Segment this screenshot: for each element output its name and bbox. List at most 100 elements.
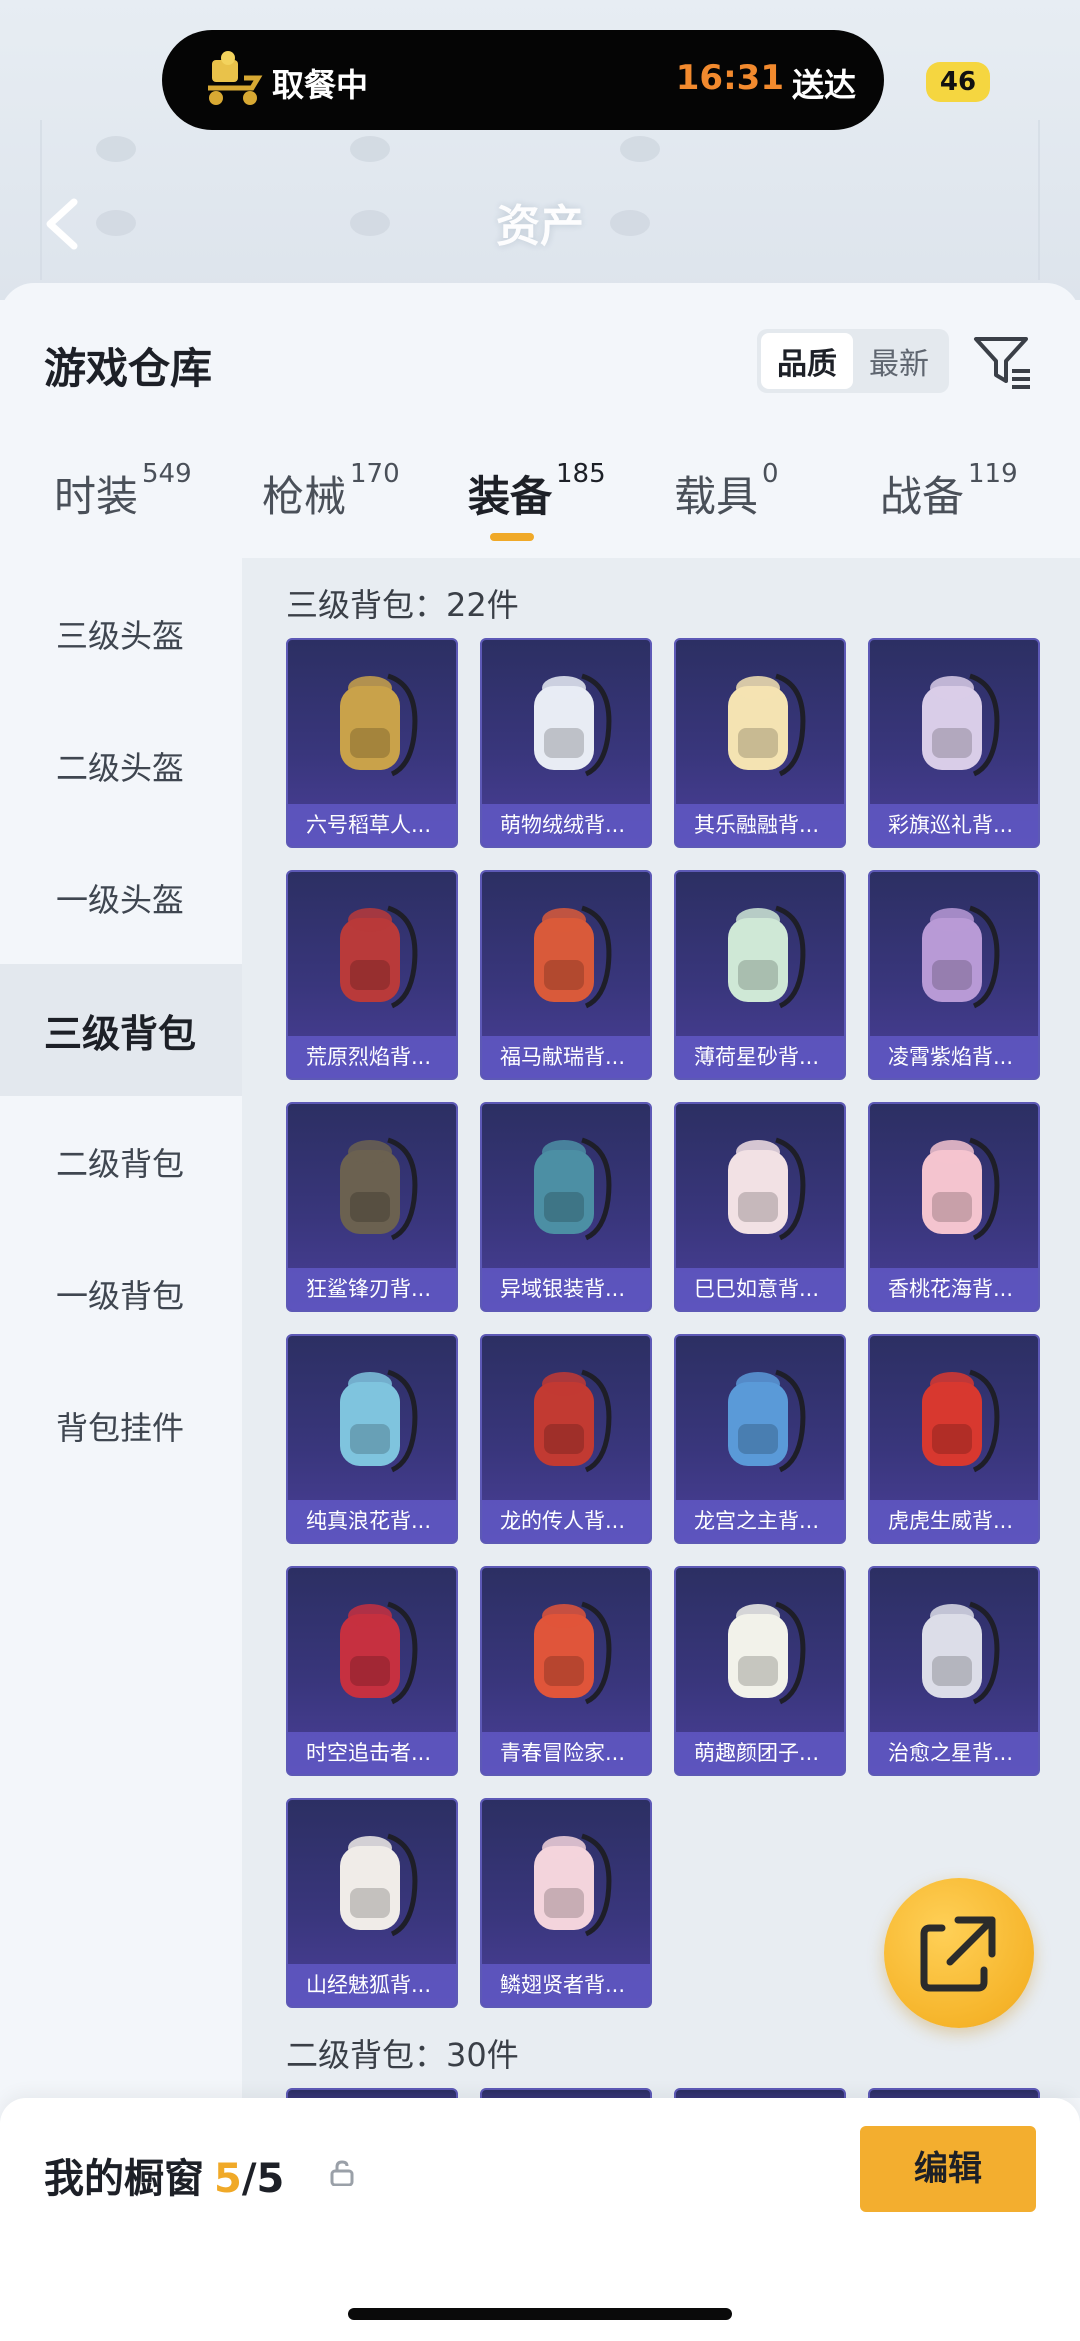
sidebar-item-backpack-charm[interactable]: 背包挂件: [0, 1360, 242, 1492]
item-name: 彩旗巡礼背...: [870, 804, 1038, 846]
backpack-item-card[interactable]: 薄荷星砂背...: [674, 870, 846, 1080]
backpack-item-card[interactable]: 凌霄紫焰背...: [868, 870, 1040, 1080]
backpack-item-card[interactable]: 其乐融融背...: [674, 638, 846, 848]
tab-equipment[interactable]: 装备 185: [468, 459, 606, 563]
backpack-icon: [922, 905, 1000, 1009]
showcase-total: /5: [241, 2156, 285, 2202]
backpack-icon: [922, 1137, 1000, 1241]
backpack-icon: [340, 1137, 418, 1241]
item-name: 六号稻草人...: [288, 804, 456, 846]
backpack-item-card[interactable]: 狂鲨锋刃背...: [286, 1102, 458, 1312]
tab-count: 185: [556, 459, 606, 489]
backpack-item-card[interactable]: 巳巳如意背...: [674, 1102, 846, 1312]
sort-by-quality[interactable]: 品质: [761, 333, 853, 389]
backpack-item-card[interactable]: 六号稻草人...: [286, 638, 458, 848]
backpack-item-card[interactable]: 山经魅狐背...: [286, 1798, 458, 2008]
page-header-title: 资产: [496, 201, 584, 252]
warehouse-title: 游戏仓库: [44, 344, 213, 393]
delivery-suffix: 送达: [791, 66, 856, 104]
edit-showcase-button[interactable]: 编辑: [860, 2126, 1036, 2212]
item-name: 其乐融融背...: [676, 804, 844, 846]
sidebar-item-backpack-lv2[interactable]: 二级背包: [0, 1096, 242, 1228]
tab-label: 时装: [54, 472, 139, 521]
sidebar-item-backpack-lv3[interactable]: 三级背包: [0, 964, 242, 1096]
backpack-item-card[interactable]: [868, 2088, 1040, 2098]
backpack-icon: [340, 1833, 418, 1937]
tab-count: 170: [350, 459, 400, 489]
filter-icon[interactable]: [972, 329, 1036, 393]
share-button[interactable]: [884, 1878, 1034, 2028]
item-name: 萌趣颜团子...: [676, 1732, 844, 1774]
tab-fashion[interactable]: 时装 549: [54, 459, 192, 563]
showcase-count: 5: [214, 2156, 242, 2202]
faint-stat-icon: [96, 136, 136, 162]
item-name: 巳巳如意背...: [676, 1268, 844, 1310]
backpack-item-card[interactable]: 荒原烈焰背...: [286, 870, 458, 1080]
item-grid: 三级背包：22件 六号稻草人... 萌物绒绒背... 其乐融融背... 彩旗巡礼背..…: [242, 558, 1080, 2098]
item-name: 鳞翅贤者背...: [482, 1964, 650, 2006]
equipment-subcategory-nav: 三级头盔 二级头盔 一级头盔 三级背包 二级背包 一级背包 背包挂件: [0, 558, 242, 2058]
backpack-item-card[interactable]: 龙宫之主背...: [674, 1334, 846, 1544]
delivery-status-pill[interactable]: 取餐中 16:31 送达: [162, 30, 884, 130]
backpack-icon: [728, 1601, 806, 1705]
backpack-icon: [922, 1601, 1000, 1705]
backpack-icon: [922, 673, 1000, 777]
tab-label: 战备: [880, 472, 965, 521]
backpack-item-card[interactable]: 龙的传人背...: [480, 1334, 652, 1544]
showcase-label: 我的橱窗 5/5: [44, 2146, 284, 2204]
backpack-item-card[interactable]: 彩旗巡礼背...: [868, 638, 1040, 848]
section-title-backpack-lv3: 三级背包：22件: [286, 586, 519, 624]
backpack-item-card[interactable]: 萌趣颜团子...: [674, 1566, 846, 1776]
backpack-item-card[interactable]: 青春冒险家...: [480, 1566, 652, 1776]
sidebar-item-helmet-lv3[interactable]: 三级头盔: [0, 568, 242, 700]
item-name: 虎虎生威背...: [870, 1500, 1038, 1542]
item-name: 薄荷星砂背...: [676, 1036, 844, 1078]
delivery-status-text: 取餐中: [272, 66, 369, 104]
sidebar-item-helmet-lv1[interactable]: 一级头盔: [0, 832, 242, 964]
warehouse-panel: 游戏仓库 品质 最新 时装 549 枪械 170 装备 185 载具 0 战备 119 三…: [0, 283, 1080, 2341]
active-tab-indicator: [490, 533, 534, 541]
item-name: 香桃花海背...: [870, 1268, 1038, 1310]
showcase-title: 我的橱窗: [44, 2156, 204, 2202]
sort-toggle[interactable]: 品质 最新: [757, 329, 949, 393]
sidebar-item-backpack-lv1[interactable]: 一级背包: [0, 1228, 242, 1360]
backpack-icon: [534, 673, 612, 777]
backpack-icon: [340, 905, 418, 1009]
backpack-icon: [728, 673, 806, 777]
tab-label: 枪械: [262, 472, 347, 521]
backpack-item-card[interactable]: [480, 2088, 652, 2098]
item-name: 龙的传人背...: [482, 1500, 650, 1542]
backpack-icon: [534, 1833, 612, 1937]
tab-label: 装备: [468, 472, 553, 521]
backpack-icon: [340, 673, 418, 777]
tab-supplies[interactable]: 战备 119: [880, 459, 1018, 563]
item-name: 山经魅狐背...: [288, 1964, 456, 2006]
backpack-item-card[interactable]: 香桃花海背...: [868, 1102, 1040, 1312]
backpack-item-card[interactable]: 福马献瑞背...: [480, 870, 652, 1080]
backpack-item-card[interactable]: 时空追击者...: [286, 1566, 458, 1776]
backpack-item-card[interactable]: 鳞翅贤者背...: [480, 1798, 652, 2008]
backpack-icon: [728, 905, 806, 1009]
tab-count: 0: [762, 459, 779, 489]
backpack-icon: [534, 1601, 612, 1705]
item-name: 异域银装背...: [482, 1268, 650, 1310]
tab-firearms[interactable]: 枪械 170: [262, 459, 400, 563]
item-name: 荒原烈焰背...: [288, 1036, 456, 1078]
backpack-item-card[interactable]: 异域银装背...: [480, 1102, 652, 1312]
item-name: 狂鲨锋刃背...: [288, 1268, 456, 1310]
backpack-icon: [340, 1369, 418, 1473]
backpack-icon: [728, 1137, 806, 1241]
sidebar-item-helmet-lv2[interactable]: 二级头盔: [0, 700, 242, 832]
backpack-item-card[interactable]: [286, 2088, 458, 2098]
backpack-item-card[interactable]: 纯真浪花背...: [286, 1334, 458, 1544]
backpack-item-card[interactable]: [674, 2088, 846, 2098]
battery-indicator: 46: [926, 62, 990, 102]
unlock-icon[interactable]: [330, 2160, 354, 2186]
backpack-icon: [922, 1369, 1000, 1473]
backpack-item-card[interactable]: 萌物绒绒背...: [480, 638, 652, 848]
sort-by-newest[interactable]: 最新: [853, 333, 945, 389]
tab-vehicles[interactable]: 载具 0: [674, 459, 779, 563]
backpack-item-card[interactable]: 虎虎生威背...: [868, 1334, 1040, 1544]
backpack-item-card[interactable]: 治愈之星背...: [868, 1566, 1040, 1776]
item-name: 凌霄紫焰背...: [870, 1036, 1038, 1078]
